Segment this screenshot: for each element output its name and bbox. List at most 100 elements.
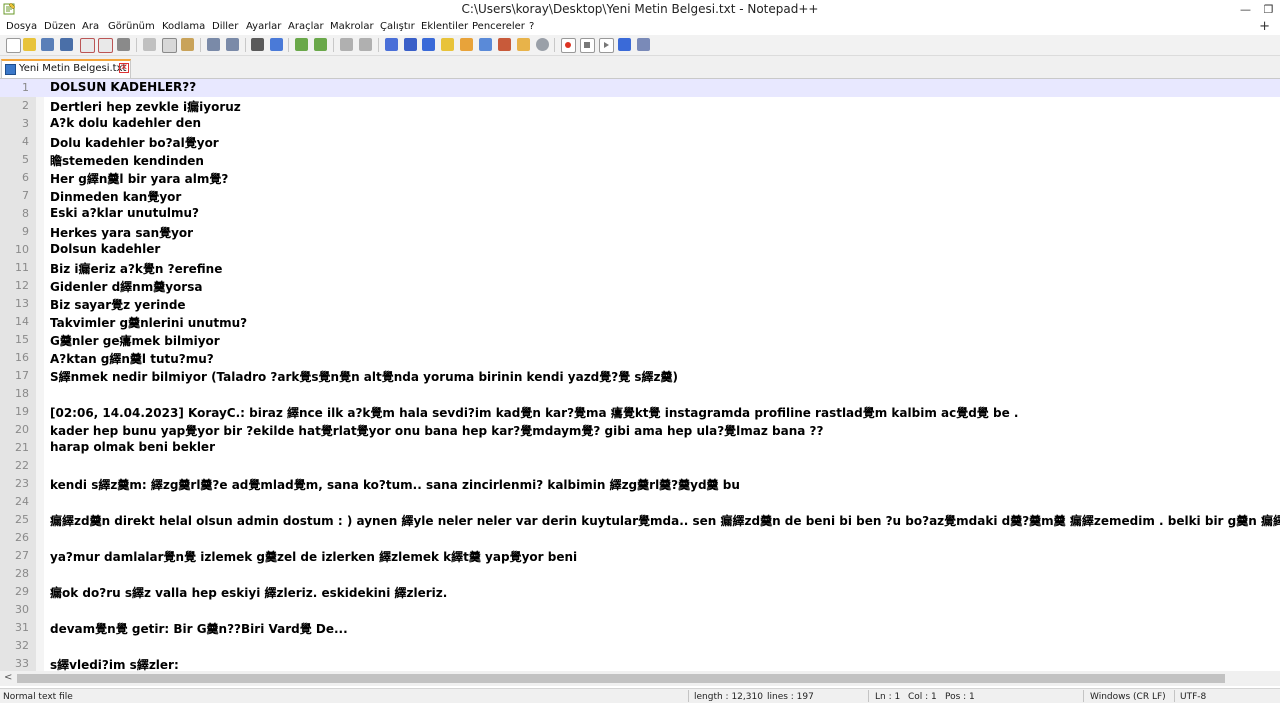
show-all-chars-icon[interactable] xyxy=(404,38,417,51)
menu-araclar[interactable]: Araçlar xyxy=(288,21,324,32)
line-text[interactable]: 瘺繹zd羹n direkt helal olsun admin dostum :… xyxy=(50,512,1280,529)
editor-line[interactable]: 15 G羹nler ge癟mek bilmiyor xyxy=(0,331,1280,349)
record-macro-icon[interactable] xyxy=(561,38,576,53)
line-text[interactable]: Her g繹n羹l bir yara alm覺? xyxy=(50,170,228,187)
editor-line[interactable]: 27 ya?mur damlalar覺n覺 izlemek g羹zel de iz… xyxy=(0,547,1280,565)
line-text[interactable]: DOLSUN KADEHLER?? xyxy=(50,80,196,94)
horizontal-scrollbar[interactable]: < xyxy=(0,671,1280,686)
editor-line[interactable]: 25 瘺繹zd羹n direkt helal olsun admin dostum… xyxy=(0,511,1280,529)
play-macro-icon[interactable] xyxy=(599,38,614,53)
line-text[interactable]: kendi s繹z羹m: 繹zg羹rl羹?e ad覺mlad覺m, sana k… xyxy=(50,476,740,493)
monitoring-icon[interactable] xyxy=(536,38,549,51)
menu-ara[interactable]: Ara xyxy=(82,21,99,32)
redo-icon[interactable] xyxy=(226,38,239,51)
line-text[interactable]: Biz i瘺eriz a?k覺n ?erefine xyxy=(50,260,222,277)
line-text[interactable]: A?ktan g繹n羹l tutu?mu? xyxy=(50,350,214,367)
cut-icon[interactable] xyxy=(143,38,156,51)
editor-line[interactable]: 28 xyxy=(0,565,1280,583)
undo-icon[interactable] xyxy=(207,38,220,51)
menu-ayarlar[interactable]: Ayarlar xyxy=(246,21,281,32)
editor-line[interactable]: 31 devam覺n覺 getir: Bir G羹n??Biri Vard覺 De… xyxy=(0,619,1280,637)
minimize-button[interactable]: — xyxy=(1234,0,1257,19)
function-list-icon[interactable] xyxy=(498,38,511,51)
editor-line[interactable]: 9 Herkes yara san覺yor xyxy=(0,223,1280,241)
line-text[interactable]: Biz sayar覺z yerinde xyxy=(50,296,186,313)
menu-eklentiler[interactable]: Eklentiler xyxy=(421,21,468,32)
close-icon[interactable] xyxy=(80,38,95,53)
editor-line[interactable]: 6 Her g繹n羹l bir yara alm覺? xyxy=(0,169,1280,187)
line-text[interactable]: Dertleri hep zevkle i瘺iyoruz xyxy=(50,98,241,115)
scroll-left-icon[interactable]: < xyxy=(4,672,12,683)
line-text[interactable]: Dolu kadehler bo?al覺yor xyxy=(50,134,219,151)
editor-line[interactable]: 13 Biz sayar覺z yerinde xyxy=(0,295,1280,313)
editor-line[interactable]: 17 S繹nmek nedir bilmiyor (Taladro ?ark覺s覺… xyxy=(0,367,1280,385)
menu-pencereler[interactable]: Pencereler xyxy=(472,21,525,32)
close-all-icon[interactable] xyxy=(98,38,113,53)
line-text[interactable]: devam覺n覺 getir: Bir G羹n??Biri Vard覺 De..… xyxy=(50,620,348,637)
menu-diller[interactable]: Diller xyxy=(212,21,238,32)
editor-line[interactable]: 30 xyxy=(0,601,1280,619)
tab-close-icon[interactable]: ✕ xyxy=(119,63,129,73)
save-all-icon[interactable] xyxy=(60,38,73,51)
line-text[interactable]: A?k dolu kadehler den xyxy=(50,116,201,130)
editor-line[interactable]: 2 Dertleri hep zevkle i瘺iyoruz xyxy=(0,97,1280,115)
word-wrap-icon[interactable] xyxy=(385,38,398,51)
sync-horizontal-icon[interactable] xyxy=(359,38,372,51)
editor-line[interactable]: 33 s繹vledi?im s繹zler: xyxy=(0,655,1280,671)
menu-dosya[interactable]: Dosya xyxy=(6,21,37,32)
editor-line[interactable]: 18 xyxy=(0,385,1280,403)
add-tab-plus-icon[interactable]: + xyxy=(1259,19,1270,34)
menu-calistir[interactable]: Çalıştır xyxy=(380,21,415,32)
editor-line[interactable]: 19 [02:06, 14.04.2023] KorayC.: biraz 繹nc… xyxy=(0,403,1280,421)
line-text[interactable]: 瞻stemeden kendinden xyxy=(50,152,204,169)
menu-duzen[interactable]: Düzen xyxy=(44,21,76,32)
line-text[interactable]: Dolsun kadehler xyxy=(50,242,160,256)
editor-line[interactable]: 3 A?k dolu kadehler den xyxy=(0,115,1280,133)
menu-makrolar[interactable]: Makrolar xyxy=(330,21,374,32)
menu-gorunum[interactable]: Görünüm xyxy=(108,21,155,32)
editor-line[interactable]: 23 kendi s繹z羹m: 繹zg羹rl羹?e ad覺mlad覺m, sana… xyxy=(0,475,1280,493)
status-eol[interactable]: Windows (CR LF) xyxy=(1090,692,1166,702)
scrollbar-thumb[interactable] xyxy=(17,674,1225,683)
editor-line[interactable]: 11 Biz i瘺eriz a?k覺n ?erefine xyxy=(0,259,1280,277)
editor-line[interactable]: 4 Dolu kadehler bo?al覺yor xyxy=(0,133,1280,151)
menu-help[interactable]: ? xyxy=(529,21,534,32)
editor-line[interactable]: 16 A?ktan g繹n羹l tutu?mu? xyxy=(0,349,1280,367)
line-text[interactable]: S繹nmek nedir bilmiyor (Taladro ?ark覺s覺n覺… xyxy=(50,368,678,385)
paste-icon[interactable] xyxy=(181,38,194,51)
editor-line[interactable]: 26 xyxy=(0,529,1280,547)
line-text[interactable]: Gidenler d繹nm羹yorsa xyxy=(50,278,202,295)
editor-line[interactable]: 20 kader hep bunu yap覺yor bir ?ekilde hat… xyxy=(0,421,1280,439)
editor-line[interactable]: 32 xyxy=(0,637,1280,655)
save-macro-icon[interactable] xyxy=(637,38,650,51)
indent-guide-icon[interactable] xyxy=(422,38,435,51)
zoom-out-icon[interactable] xyxy=(314,38,327,51)
line-text[interactable]: ya?mur damlalar覺n覺 izlemek g羹zel de izle… xyxy=(50,548,577,565)
editor-line[interactable]: 22 xyxy=(0,457,1280,475)
doc-list-icon[interactable] xyxy=(479,38,492,51)
line-text[interactable]: G羹nler ge癟mek bilmiyor xyxy=(50,332,220,349)
doc-map-icon[interactable] xyxy=(460,38,473,51)
line-text[interactable]: [02:06, 14.04.2023] KorayC.: biraz 繹nce … xyxy=(50,404,1018,421)
line-text[interactable]: Eski a?klar unutulmu? xyxy=(50,206,199,220)
line-text[interactable]: kader hep bunu yap覺yor bir ?ekilde hat覺r… xyxy=(50,422,823,439)
line-text[interactable]: s繹vledi?im s繹zler: xyxy=(50,656,179,671)
replace-icon[interactable] xyxy=(270,38,283,51)
menu-kodlama[interactable]: Kodlama xyxy=(162,21,205,32)
editor-line[interactable]: 21 harap olmak beni bekler xyxy=(0,439,1280,457)
editor-line[interactable]: 29 瘺ok do?ru s繹z valla hep eskiyi 繹zleriz… xyxy=(0,583,1280,601)
run-macro-multiple-icon[interactable] xyxy=(618,38,631,51)
zoom-in-icon[interactable] xyxy=(295,38,308,51)
restore-button[interactable]: ❐ xyxy=(1257,0,1280,19)
editor-line[interactable]: 7 Dinmeden kan覺yor xyxy=(0,187,1280,205)
line-text[interactable]: 瘺ok do?ru s繹z valla hep eskiyi 繹zleriz. … xyxy=(50,584,447,601)
editor-line[interactable]: 1 DOLSUN KADEHLER?? xyxy=(0,79,1280,97)
line-text[interactable]: harap olmak beni bekler xyxy=(50,440,215,454)
stop-macro-icon[interactable] xyxy=(580,38,595,53)
find-icon[interactable] xyxy=(251,38,264,51)
tab-yeni-metin-belgesi[interactable]: Yeni Metin Belgesi.txt ✕ xyxy=(1,59,131,78)
line-text[interactable]: Herkes yara san覺yor xyxy=(50,224,193,241)
editor-line[interactable]: 5 瞻stemeden kendinden xyxy=(0,151,1280,169)
editor-line[interactable]: 14 Takvimler g羹nlerini unutmu? xyxy=(0,313,1280,331)
copy-icon[interactable] xyxy=(162,38,177,53)
